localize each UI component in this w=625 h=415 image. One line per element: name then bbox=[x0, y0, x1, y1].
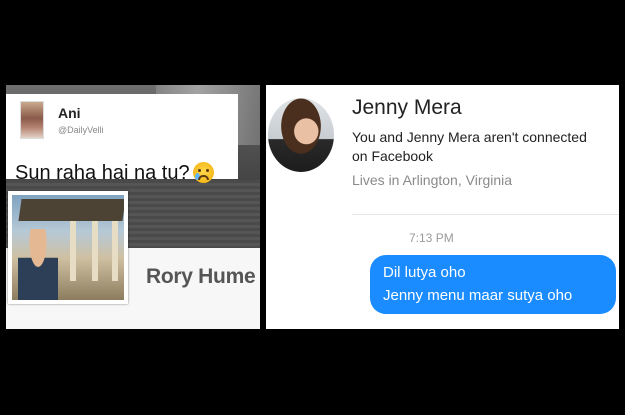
connection-line-2: on Facebook bbox=[352, 148, 433, 164]
message-timestamp: 7:13 PM bbox=[409, 231, 454, 245]
left-panel: Ani @DailyVelli Sun raha hai na tu? Rory… bbox=[6, 85, 260, 329]
screenshot: { "tweet": { "name": "Ani", "handle": "@… bbox=[0, 0, 625, 415]
profile-photo bbox=[12, 195, 124, 300]
contact-name[interactable]: Jenny Mera bbox=[352, 96, 462, 120]
tweet-text: Sun raha hai na tu? bbox=[15, 162, 214, 185]
message-line-1: Dil lutya oho bbox=[383, 264, 466, 281]
crying-face-icon bbox=[192, 162, 214, 183]
contact-location: Lives in Arlington, Virginia bbox=[352, 172, 513, 188]
profile-name[interactable]: Rory Hume bbox=[146, 265, 256, 289]
tweet-author-handle[interactable]: @DailyVelli bbox=[58, 125, 104, 135]
tweet-author-name[interactable]: Ani bbox=[58, 105, 81, 121]
message-bubble[interactable]: Dil lutya oho Jenny menu maar sutya oho bbox=[370, 255, 616, 314]
connection-status: You and Jenny Mera aren't connected on F… bbox=[352, 128, 619, 166]
contact-avatar[interactable] bbox=[268, 98, 334, 172]
right-panel: Jenny Mera You and Jenny Mera aren't con… bbox=[266, 85, 619, 329]
tweet-card: Ani @DailyVelli Sun raha hai na tu? bbox=[6, 94, 238, 184]
divider bbox=[352, 214, 619, 215]
tweet-text-content: Sun raha hai na tu? bbox=[15, 162, 190, 184]
message-line-2: Jenny menu maar sutya oho bbox=[383, 287, 573, 304]
profile-picture[interactable] bbox=[8, 191, 128, 304]
connection-line-1: You and Jenny Mera aren't connected bbox=[352, 129, 587, 145]
tweet-avatar[interactable] bbox=[20, 101, 44, 139]
